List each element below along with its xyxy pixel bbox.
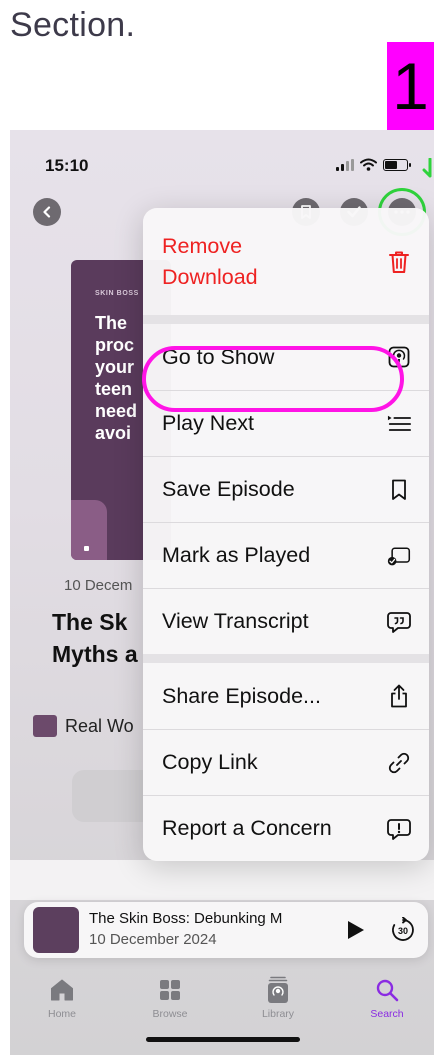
arrow-marker-icon [422, 158, 432, 178]
menu-separator [143, 315, 429, 324]
menu-item-save-episode[interactable]: Save Episode [143, 456, 429, 522]
mini-player-title: The Skin Boss: Debunking M [89, 910, 283, 927]
highlight-ring [142, 346, 404, 412]
mark-played-icon [387, 544, 411, 568]
tab-browse[interactable]: Browse [135, 976, 205, 1020]
tab-label: Library [261, 1008, 295, 1020]
menu-item-label: Remove Download [162, 233, 258, 289]
phone-screen: 15:10 SKIN BOSS The proc your teen need … [10, 130, 434, 1055]
menu-item-label: View Transcript [162, 609, 309, 633]
episode-title: The Sk Myths a [52, 609, 138, 667]
wifi-icon [360, 158, 377, 171]
mini-player[interactable]: The Skin Boss: Debunking M 10 December 2… [24, 902, 428, 958]
chevron-left-icon [43, 206, 51, 218]
content-strip [10, 860, 434, 900]
skip-forward-30-icon[interactable]: 30 [390, 917, 416, 943]
signal-icon [336, 158, 354, 171]
transcript-icon [387, 610, 411, 634]
status-icons [336, 158, 411, 171]
artwork-text: The proc your teen need avoi [95, 313, 138, 443]
menu-item-label: Mark as Played [162, 543, 311, 567]
menu-item-mark-as-played[interactable]: Mark as Played [143, 522, 429, 588]
menu-item-label: Save Episode [162, 477, 295, 501]
artwork-dot [84, 546, 89, 551]
menu-separator [143, 654, 429, 663]
mini-player-date: 10 December 2024 [89, 931, 217, 948]
step-number-badge: 1 [387, 42, 434, 130]
menu-item-label: Play Next [162, 411, 255, 435]
menu-item-view-transcript[interactable]: View Transcript [143, 588, 429, 654]
menu-item-label: Share Episode... [162, 683, 321, 708]
skip-seconds-label: 30 [398, 926, 408, 936]
mini-player-artwork [33, 907, 79, 953]
home-indicator [146, 1037, 300, 1042]
report-icon [387, 817, 411, 841]
tab-label: Home [47, 1008, 76, 1020]
play-next-icon [387, 412, 411, 436]
tab-home[interactable]: Home [27, 976, 97, 1020]
episode-date: 10 Decem [64, 577, 133, 594]
tab-label: Browse [152, 1008, 188, 1020]
menu-item-remove-download[interactable]: Remove Download [143, 208, 429, 315]
artwork-show-label: SKIN BOSS [95, 290, 139, 297]
tab-search[interactable]: Search [352, 976, 422, 1020]
status-time: 15:10 [45, 156, 89, 175]
search-icon [352, 976, 422, 1004]
library-icon [243, 976, 313, 1004]
show-thumbnail [33, 715, 57, 737]
tab-library[interactable]: Library [243, 976, 313, 1020]
trash-icon [387, 250, 411, 274]
artwork-decoration [71, 500, 107, 560]
context-menu: Remove Download Go to Show Play Next Sav… [143, 208, 429, 861]
battery-icon [383, 158, 411, 171]
show-name: Real Wo [65, 715, 134, 736]
back-button[interactable] [33, 198, 61, 226]
share-icon [387, 684, 411, 708]
link-icon [387, 751, 411, 775]
tab-label: Search [370, 1008, 404, 1020]
menu-item-report-a-concern[interactable]: Report a Concern [143, 795, 429, 861]
bookmark-outline-icon [387, 478, 411, 502]
play-icon[interactable] [344, 919, 366, 941]
show-link[interactable]: Real Wo [33, 715, 134, 737]
home-icon [27, 976, 97, 1004]
menu-item-copy-link[interactable]: Copy Link [143, 729, 429, 795]
menu-item-label: Report a Concern [162, 816, 332, 840]
grid-icon [135, 976, 205, 1004]
menu-item-label: Copy Link [162, 750, 258, 774]
section-heading: Section. [10, 6, 136, 44]
menu-item-share-episode[interactable]: Share Episode... [143, 663, 429, 729]
